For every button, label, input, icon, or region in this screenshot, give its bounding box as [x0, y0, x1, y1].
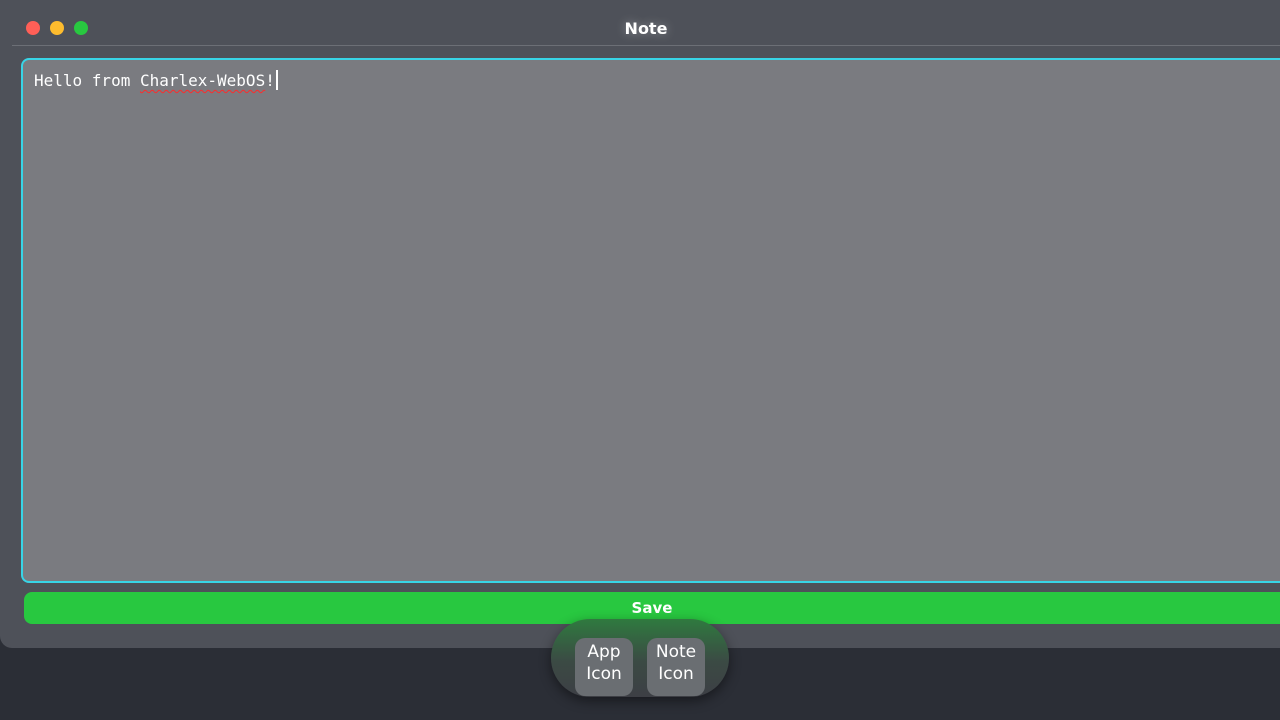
- dock-note-icon-label-line1: Note: [655, 642, 697, 662]
- dock-app-icon-label-line2: Icon: [586, 664, 622, 684]
- note-window: Note Hello from Charlex-WebOS! Save: [0, 0, 1280, 648]
- note-text-suffix: !: [265, 71, 275, 90]
- desktop: Note Hello from Charlex-WebOS! Save App …: [0, 0, 1280, 720]
- dock-app-icon-label-line1: App: [587, 642, 621, 662]
- dock: App Icon Note Icon: [551, 619, 729, 697]
- dock-note-icon-label-line2: Icon: [658, 664, 694, 684]
- misspelled-word[interactable]: Charlex-WebOS: [140, 71, 265, 90]
- note-textarea[interactable]: Hello from Charlex-WebOS!: [21, 58, 1280, 583]
- note-text-prefix: Hello from: [34, 71, 140, 90]
- window-title: Note: [624, 19, 668, 38]
- dock-app-icon[interactable]: App Icon: [575, 638, 633, 696]
- window-titlebar[interactable]: Note: [12, 0, 1280, 46]
- dock-note-icon[interactable]: Note Icon: [647, 638, 705, 696]
- text-caret: [275, 70, 278, 90]
- note-text[interactable]: Hello from Charlex-WebOS!: [34, 70, 278, 90]
